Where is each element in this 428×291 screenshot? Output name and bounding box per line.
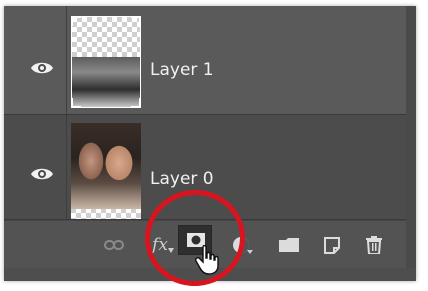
scrollbar-track[interactable] [406,6,416,268]
selection-corner [72,17,81,26]
visibility-eye-icon[interactable] [30,166,54,182]
hand-cursor-icon [195,244,221,275]
new-layer-icon[interactable] [320,235,344,255]
layer-name[interactable]: Layer 0 [150,169,214,189]
selection-corner [72,98,81,107]
trash-icon[interactable] [362,235,386,255]
layer-thumbnail[interactable] [71,123,141,219]
selection-corner [131,17,140,26]
folder-icon[interactable] [276,235,302,255]
thumbnail-image [72,57,140,107]
thumbnail-image [71,123,141,209]
column-divider [66,6,67,114]
column-divider [66,115,67,219]
layer-name[interactable]: Layer 1 [150,60,214,80]
link-layers-icon[interactable] [102,235,126,255]
visibility-eye-icon[interactable] [30,60,54,76]
selection-corner [131,98,140,107]
layer-row-layer-1[interactable]: Layer 1 [4,6,406,115]
layer-thumbnail[interactable] [71,16,141,108]
